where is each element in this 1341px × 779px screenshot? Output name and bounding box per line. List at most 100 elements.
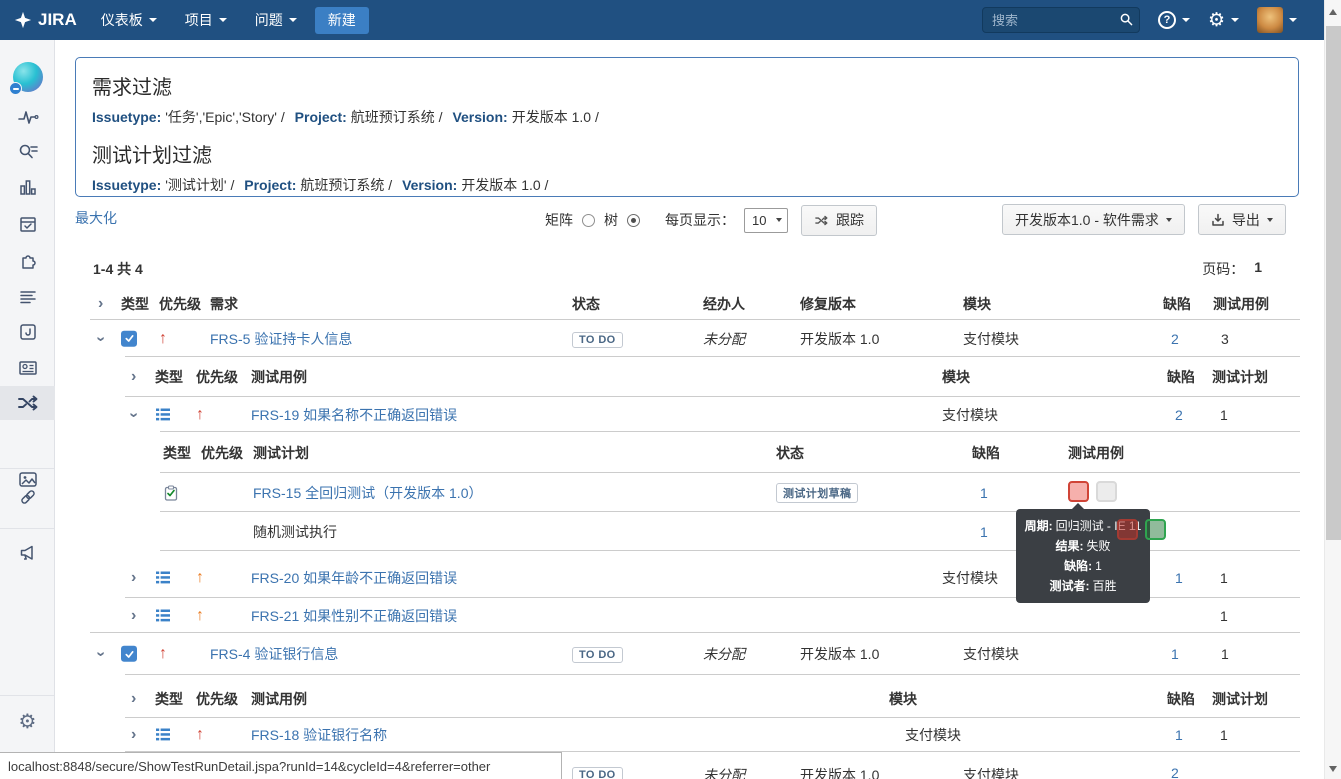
requirements-header-row: › 类型 优先级 需求 状态 经办人 修复版本 模块 缺陷 测试用例 <box>75 288 1300 320</box>
col-defects: 缺陷 <box>1163 296 1191 312</box>
chevron-down-icon <box>1231 18 1239 22</box>
defect-count-link[interactable]: 1 <box>1175 570 1183 586</box>
chevron-down-icon <box>148 18 157 22</box>
expand-all-chevron[interactable]: › <box>131 368 136 386</box>
expand-chevron[interactable]: › <box>131 569 136 587</box>
issue-link-frs21[interactable]: FRS-21 如果性别不正确返回错误 <box>251 606 457 626</box>
sidebar-item-releases[interactable] <box>0 207 55 241</box>
scroll-up-arrow-icon[interactable] <box>1329 9 1337 15</box>
matrix-radio[interactable] <box>582 213 595 227</box>
issue-link-frs4[interactable]: FRS-4 验证银行信息 <box>210 644 338 664</box>
search-icon <box>1120 13 1133 26</box>
sidebar-item-issue-search[interactable] <box>0 135 55 169</box>
vertical-scrollbar[interactable] <box>1324 0 1341 779</box>
top-navbar: JIRA 仪表板 项目 问题 新建 ? ⚙ <box>0 0 1341 40</box>
tree-radio[interactable] <box>627 213 640 227</box>
assignee-cell: 未分配 <box>703 646 745 662</box>
track-button-label: 跟踪 <box>836 212 864 228</box>
col-status: 状态 <box>572 296 600 312</box>
nav-issues[interactable]: 问题 <box>255 10 297 30</box>
maximize-link[interactable]: 最大化 <box>75 208 117 228</box>
version-report-dropdown[interactable]: 开发版本1.0 - 软件需求 <box>1002 204 1185 235</box>
sidebar-item-board[interactable] <box>0 315 55 349</box>
sidebar-item-reports[interactable] <box>0 171 55 205</box>
module-cell: 支付模块 <box>963 330 1019 347</box>
sidebar-item-activity[interactable] <box>0 100 55 134</box>
col-testplans: 测试计划 <box>1212 690 1268 707</box>
version-label: Version: <box>452 109 508 125</box>
defect-count-link[interactable]: 2 <box>1171 765 1179 779</box>
user-menu[interactable] <box>1257 7 1297 33</box>
chevron-down-icon <box>288 18 297 22</box>
defect-count-link[interactable]: 2 <box>1175 407 1183 423</box>
per-page-select[interactable]: 10 <box>744 207 788 233</box>
shuffle-icon <box>815 215 828 225</box>
defect-count-link[interactable]: 1 <box>980 524 988 540</box>
sidebar-item-backlog[interactable] <box>0 280 55 314</box>
issue-link-frs5[interactable]: FRS-5 验证持卡人信息 <box>210 329 352 349</box>
testrun-passed-square[interactable] <box>1145 519 1166 540</box>
sidebar-item-settings[interactable]: ⚙ <box>0 705 55 739</box>
megaphone-icon <box>20 545 33 560</box>
defect-count-link[interactable]: 2 <box>1171 331 1179 347</box>
module-cell: 支付模块 <box>942 570 998 587</box>
result-range: 1-4 共 4 <box>93 261 143 277</box>
requirement-filter-line: Issuetype: '任务','Epic','Story' / Project:… <box>92 107 1282 127</box>
export-dropdown[interactable]: 导出 <box>1197 204 1286 235</box>
defect-count-link[interactable]: 1 <box>980 485 988 501</box>
testrun-failed-square[interactable] <box>1068 480 1089 502</box>
issue-link-frs18[interactable]: FRS-18 验证银行名称 <box>251 725 387 745</box>
col-fix-version: 修复版本 <box>800 296 856 312</box>
sidebar-item-announcements[interactable] <box>0 536 55 570</box>
fix-version-cell: 开发版本 1.0 <box>800 646 880 662</box>
scrollbar-thumb[interactable] <box>1326 26 1341 540</box>
help-menu[interactable]: ? <box>1157 11 1190 29</box>
status-lozenge: TO DO <box>572 767 623 779</box>
expand-all-chevron[interactable]: › <box>98 295 103 313</box>
issue-link-frs19[interactable]: FRS-19 如果名称不正确返回错误 <box>251 405 457 425</box>
priority-highest-icon: ↑ <box>196 726 204 743</box>
expand-chevron[interactable]: › <box>131 726 136 744</box>
project-avatar-badge <box>8 82 22 95</box>
sidebar-project-avatar[interactable] <box>0 56 55 98</box>
nav-projects[interactable]: 项目 <box>185 10 227 30</box>
testrun-empty-square[interactable] <box>1096 480 1117 502</box>
tooltip-cycle-label: 周期: <box>1024 519 1053 533</box>
sidebar-item-traceability[interactable] <box>0 386 55 420</box>
track-button[interactable]: 跟踪 <box>801 204 877 236</box>
defect-count-link[interactable]: 1 <box>1171 646 1179 662</box>
collapse-chevron[interactable]: › <box>93 330 110 348</box>
col-testcases: 测试用例 <box>1213 296 1269 312</box>
status-cell: 测试计划草稿 <box>776 482 859 503</box>
issuetype-label: Issuetype: <box>92 177 162 193</box>
jira-logo[interactable]: JIRA <box>14 10 77 30</box>
scroll-down-arrow-icon[interactable] <box>1329 766 1337 772</box>
nav-dashboards[interactable]: 仪表板 <box>101 10 157 30</box>
version-report-label: 开发版本1.0 - 软件需求 <box>1015 211 1159 228</box>
col-testplan: 测试计划 <box>253 444 309 461</box>
collapse-chevron[interactable]: › <box>126 406 143 424</box>
create-button[interactable]: 新建 <box>314 6 369 34</box>
search-input[interactable] <box>981 7 1140 33</box>
module-cell: 支付模块 <box>942 406 998 423</box>
col-defects: 缺陷 <box>1167 369 1195 385</box>
testrun-failed-square[interactable] <box>1117 519 1138 540</box>
sidebar-item-links[interactable] <box>0 480 55 514</box>
module-cell: 支付模块 <box>905 727 961 743</box>
col-defects: 缺陷 <box>1167 690 1195 707</box>
sidebar-item-addons[interactable] <box>0 244 55 278</box>
adhoc-execution-label: 随机测试执行 <box>253 523 337 540</box>
board-card-icon <box>19 324 36 340</box>
status-cell: TO DO <box>572 765 623 779</box>
issue-link-frs20[interactable]: FRS-20 如果年龄不正确返回错误 <box>251 568 457 588</box>
expand-all-chevron[interactable]: › <box>131 690 136 708</box>
expand-chevron[interactable]: › <box>131 607 136 625</box>
col-testplans: 测试计划 <box>1212 369 1268 385</box>
collapse-chevron[interactable]: › <box>93 645 110 663</box>
sidebar-item-pages[interactable] <box>0 351 55 385</box>
testcase-type-icon <box>155 407 171 423</box>
testcases-header-row: › 类型 优先级 测试用例 模块 缺陷 测试计划 <box>75 357 1300 397</box>
admin-menu[interactable]: ⚙ <box>1208 11 1239 30</box>
defect-count-link[interactable]: 1 <box>1175 727 1183 743</box>
issue-link-frs15[interactable]: FRS-15 全回归测试（开发版本 1.0） <box>253 483 482 503</box>
